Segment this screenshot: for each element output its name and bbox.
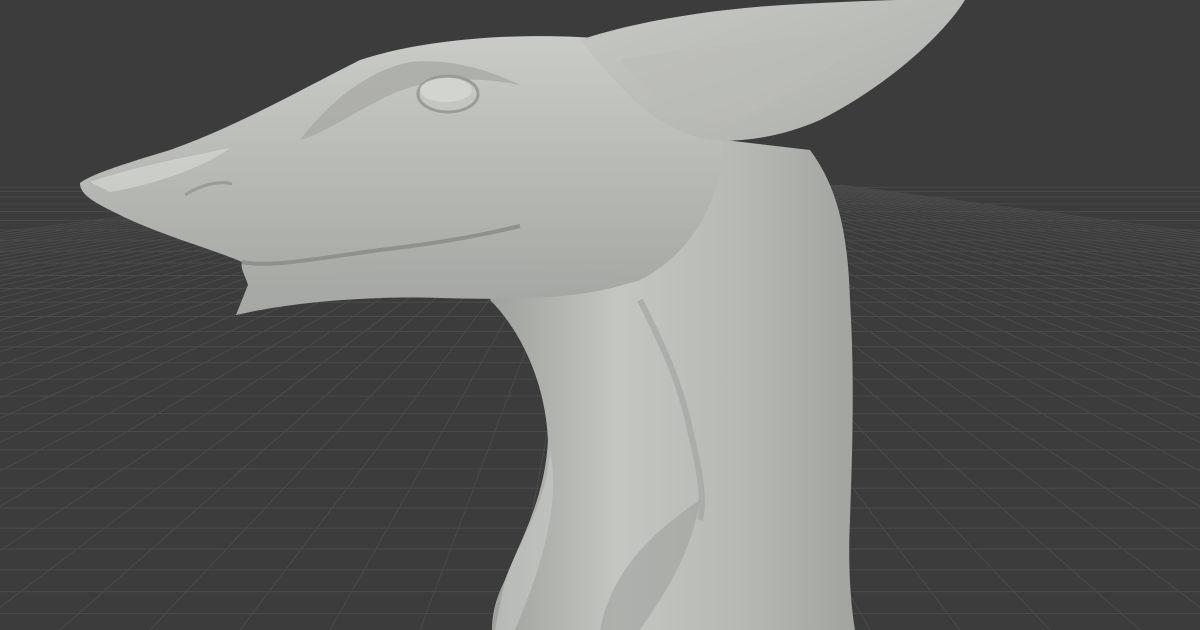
model-eye-lid-shadow bbox=[420, 78, 472, 102]
sculpt-model[interactable] bbox=[80, 0, 965, 630]
viewport-canvas[interactable] bbox=[0, 0, 1200, 630]
3d-viewport[interactable] bbox=[0, 0, 1200, 630]
